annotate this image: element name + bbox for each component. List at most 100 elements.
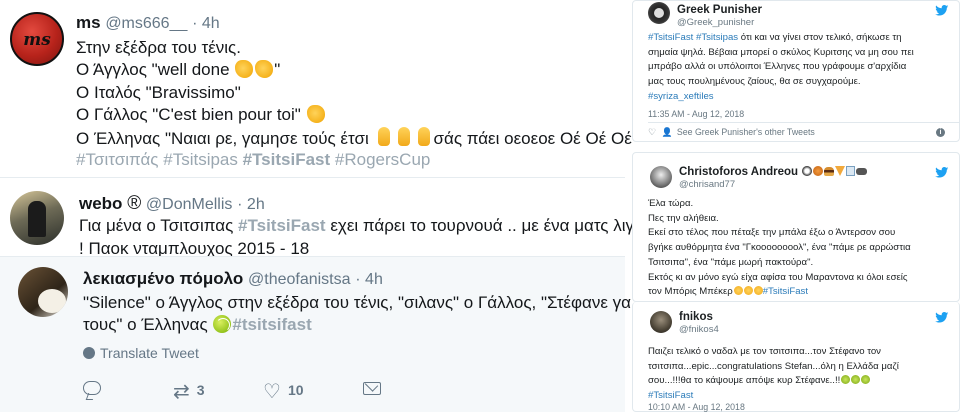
twitter-bird-icon[interactable] — [935, 5, 949, 16]
tennis-ball-icon — [213, 315, 232, 333]
avatar-shape — [38, 289, 66, 313]
embedded-tweet[interactable]: Christoforos Andreou @chrisand77 Έλα τώρ… — [632, 152, 960, 302]
finger-icon — [417, 126, 430, 146]
avatar[interactable] — [648, 2, 670, 24]
hashtag-link[interactable]: #Τσιτσιπάς — [76, 150, 159, 169]
tweet-time[interactable]: · 4h — [192, 15, 220, 32]
tennis-ball-icon — [841, 375, 851, 385]
user-handle[interactable]: @Greek_punisher — [677, 17, 754, 28]
hashtag-link[interactable]: #syriza_xeftiles — [648, 91, 714, 102]
tweet-line: μας τους πουλημένους ζαίους, θα σε συγχα… — [648, 76, 861, 88]
user-name[interactable]: fnikos — [679, 311, 713, 323]
like-count: 10 — [287, 382, 304, 398]
user-handle[interactable]: @theofanistsa — [248, 271, 351, 288]
avatar[interactable] — [650, 311, 672, 333]
tweet-time[interactable]: · 4h — [355, 271, 383, 288]
heart-icon: ♡ — [263, 381, 281, 403]
user-name[interactable]: webo — [79, 194, 122, 213]
tweet-line: τον Μπόρις Μπέκερ — [648, 286, 733, 298]
tweet-header: ms @ms666__ · 4h — [76, 13, 220, 33]
user-handle[interactable]: @fnikos4 — [679, 324, 719, 335]
tennis-ball-icon — [851, 375, 861, 385]
avatar[interactable] — [18, 267, 68, 317]
tweet-line: " — [274, 60, 281, 80]
right-embeds: Greek Punisher @Greek_punisher #TsitsiFa… — [632, 0, 960, 412]
tweet-line: σάς πάει οεοεοε Οέ Οέ Οέ" — [433, 128, 638, 148]
avatar-figure — [28, 201, 46, 237]
tweet-line: ότι και να γίνει στον τελικό, σήκωσε τη — [738, 32, 902, 43]
grin-icon — [733, 286, 743, 296]
tweet-line: Εκεί στο τέλος που πέταξε την μπάλα έξω … — [648, 227, 896, 239]
avatar[interactable] — [10, 191, 64, 245]
tweet-date[interactable]: 11:35 AM - Aug 12, 2018 — [648, 109, 744, 119]
like-button[interactable]: ♡ 10 — [263, 379, 304, 404]
tweet-text: "Silence" ο Άγγλος στην εξέδρα του τένις… — [83, 292, 651, 336]
user-name[interactable]: ms — [76, 13, 101, 32]
tweet-ms[interactable]: ms ms @ms666__ · 4h Στην εξέδρα του τένι… — [0, 0, 638, 178]
tweet-line: μπράβο αλλά οι υπόλοιποι Έλληνες που γρά… — [648, 61, 907, 73]
retweet-count: 3 — [196, 382, 205, 398]
tweet-line: Στην εξέδρα του τένις. — [76, 38, 241, 57]
twitter-bird-icon[interactable] — [935, 167, 949, 178]
other-tweets-label: See Greek Punisher's other Tweets — [676, 127, 815, 137]
tweet-time[interactable]: · 2h — [237, 196, 265, 213]
hospital-icon — [846, 166, 856, 176]
reply-button[interactable] — [83, 379, 108, 395]
tweet-line: Ο Γάλλος "C'est bien pour toi" — [76, 105, 301, 125]
info-icon[interactable]: i — [936, 128, 945, 137]
translate-tweet-link[interactable]: Translate Tweet — [83, 345, 199, 361]
tweet-line: Πες την αλήθεια. — [648, 212, 719, 224]
user-name[interactable]: Greek Punisher — [677, 4, 762, 16]
soccer-ball-icon — [802, 166, 813, 176]
tweet-text: Για μένα ο Τσιτσιπας #TsitsiFast εχει πά… — [79, 215, 667, 261]
finger-icon — [397, 126, 410, 146]
hashtag-link[interactable]: #RogersCup — [335, 150, 430, 169]
tweet-header: λεκιασμένο πόμολο @theofanistsa · 4h — [83, 269, 383, 289]
embedded-tweet[interactable]: fnikos @fnikos4 Παιζει τελικό ο ναδαλ με… — [632, 302, 960, 412]
dm-button[interactable] — [363, 379, 388, 395]
retweet-button[interactable]: ⇄ 3 — [173, 379, 205, 404]
avatar[interactable] — [650, 166, 672, 188]
clap-icon — [306, 105, 325, 124]
user-handle[interactable]: @chrisand77 — [679, 179, 735, 190]
tennis-ball-icon — [861, 375, 871, 385]
user-name[interactable]: Christoforos Andreou — [679, 166, 868, 178]
avatar-text: ms — [23, 30, 51, 50]
reply-icon — [83, 381, 101, 395]
user-name[interactable]: λεκιασμένο πόμολο — [83, 269, 243, 288]
tweet-line: Τσιτσιπα", ένα "πάμε μωρή πακτούρα". — [648, 256, 814, 268]
tweet-line: Εκτός κι αν μόνο εγώ είχα αφίσα του Μαρα… — [648, 271, 908, 283]
twitter-bird-icon[interactable] — [935, 312, 949, 323]
envelope-icon — [363, 382, 381, 395]
hashtag-link[interactable]: #TsitsiFast — [243, 150, 331, 169]
hashtag-link[interactable]: #TsitsiFast — [648, 390, 693, 401]
tweet-line: τους" ο Έλληνας — [83, 315, 213, 334]
hashtag-link[interactable]: #TsitsiFast — [763, 286, 808, 297]
divider — [648, 122, 959, 123]
tweet-actions: ⇄ 3 ♡ 10 — [83, 379, 483, 404]
tweet-line: "Silence" ο Άγγλος στην εξέδρα του τένις… — [83, 293, 651, 312]
registered-icon: ® — [127, 193, 142, 214]
tweet-line: τσιτσιπα...epic...congratulations Stefan… — [648, 360, 899, 372]
hashtag-link[interactable]: #Tsitsipas — [163, 150, 238, 169]
embedded-tweet-text: Παιζει τελικό ο ναδαλ με τον τσιτσιπα...… — [648, 345, 953, 404]
avatar[interactable]: ms — [10, 12, 64, 66]
pizza-icon — [835, 166, 846, 176]
left-feed: ms ms @ms666__ · 4h Στην εξέδρα του τένι… — [0, 0, 667, 412]
tweet-line: Ο Ιταλός "Bravissimo" — [76, 82, 241, 102]
other-tweets-link[interactable]: ♡ 👤 See Greek Punisher's other Tweets — [648, 127, 815, 138]
hashtag-link[interactable]: #TsitsiFast #Tsitsipas — [648, 32, 738, 43]
embedded-tweet[interactable]: Greek Punisher @Greek_punisher #TsitsiFa… — [632, 0, 960, 142]
user-handle[interactable]: @ms666__ — [105, 15, 187, 32]
tweet-line: Παιζει τελικό ο ναδαλ με τον τσιτσιπα...… — [648, 346, 881, 357]
user-handle[interactable]: @DonMellis — [146, 196, 232, 213]
grin-icon — [743, 286, 753, 296]
hashtag-link[interactable]: #tsitsifast — [232, 315, 311, 334]
retweet-icon: ⇄ — [173, 381, 190, 403]
heart-icon: ♡ — [648, 127, 656, 137]
burger-icon — [824, 167, 835, 176]
gamepad-icon — [856, 168, 868, 175]
tweet-date[interactable]: 10:10 AM - Aug 12, 2018 — [648, 402, 745, 412]
hashtag-link[interactable]: #TsitsiFast — [238, 216, 326, 235]
tweet-line: Ο Άγγλος "well done — [76, 60, 230, 80]
